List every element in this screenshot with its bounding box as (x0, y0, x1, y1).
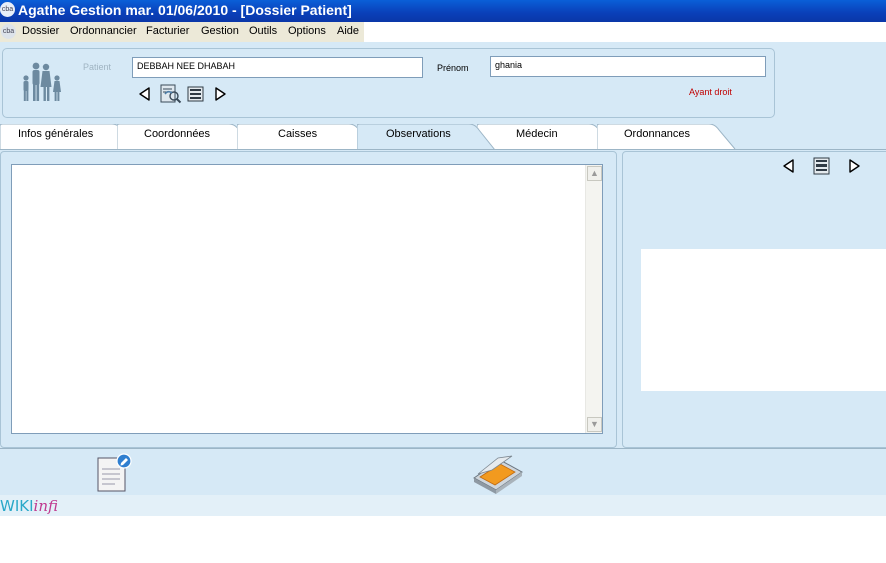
logo-part-wiki: WIKI (0, 497, 34, 515)
ayant-droit-link[interactable]: Ayant droit (689, 87, 732, 97)
document-preview-area[interactable] (641, 249, 886, 391)
patient-name-field[interactable]: DEBBAH NEE DHABAH (132, 57, 423, 78)
tab-divider (0, 149, 886, 150)
menu-aide[interactable]: Aide (337, 25, 359, 37)
window-title: Agathe Gestion mar. 01/06/2010 - [Dossie… (18, 2, 352, 18)
tab-ordonnances[interactable]: Ordonnances (597, 124, 737, 150)
menu-ordonnancier[interactable]: Ordonnancier (70, 25, 137, 37)
right-panel (622, 151, 886, 448)
tab-label: Infos générales (18, 128, 94, 140)
patient-panel: Patient DEBBAH NEE DHABAH Prénom ghania … (2, 48, 775, 118)
tab-coordonnees[interactable]: Coordonnées (117, 124, 257, 150)
vertical-scrollbar[interactable]: ▲ ▼ (585, 165, 602, 433)
tab-label: Coordonnées (144, 128, 211, 140)
tab-label: Ordonnances (624, 128, 691, 140)
scroll-up-button[interactable]: ▲ (587, 166, 602, 181)
next-arrow-icon[interactable] (212, 86, 228, 102)
main-content: Patient DEBBAH NEE DHABAH Prénom ghania … (0, 42, 886, 516)
title-bar[interactable]: cba Agathe Gestion mar. 01/06/2010 - [Do… (0, 0, 886, 22)
tab-label: Caisses (278, 128, 318, 140)
family-icon (23, 62, 61, 101)
menu-outils[interactable]: Outils (249, 25, 277, 37)
scroll-down-button[interactable]: ▼ (587, 417, 602, 432)
system-menu-icon[interactable]: cba (1, 24, 16, 39)
menu-options[interactable]: Options (288, 25, 326, 37)
tab-label: Observations (386, 128, 451, 140)
bottom-toolbar (0, 450, 886, 496)
tab-caisses[interactable]: Caisses (237, 124, 377, 150)
right-list-icon[interactable] (813, 157, 831, 175)
tab-medecin[interactable]: Médecin (477, 124, 617, 150)
prenom-label: Prénom (437, 63, 469, 73)
menu-bar: cba Dossier Ordonnancier Facturier Gesti… (0, 22, 886, 42)
menu-dossier[interactable]: Dossier (22, 25, 59, 37)
right-next-arrow-icon[interactable] (846, 158, 862, 174)
scanner-icon[interactable] (470, 452, 524, 494)
observations-panel: ▲ ▼ (0, 151, 617, 448)
tab-label: Médecin (516, 128, 558, 140)
patient-label: Patient (83, 62, 112, 72)
tab-strip: Infos générales Coordonnées Caisses Méde… (0, 124, 886, 150)
prev-arrow-icon[interactable] (137, 86, 153, 102)
observations-textarea[interactable]: ▲ ▼ (11, 164, 603, 434)
app-icon[interactable]: cba (0, 2, 15, 17)
logo-part-infi: infi (33, 497, 58, 515)
prenom-field[interactable]: ghania (490, 56, 766, 77)
patient-list-icon[interactable] (187, 86, 205, 102)
right-prev-arrow-icon[interactable] (781, 158, 797, 174)
bottom-divider (0, 448, 886, 449)
footer-strip (0, 495, 886, 516)
menu-facturier[interactable]: Facturier (146, 25, 189, 37)
tab-observations[interactable]: Observations (357, 124, 497, 150)
patient-search-icon[interactable] (160, 84, 182, 104)
document-edit-icon[interactable] (95, 453, 133, 493)
menu-gestion[interactable]: Gestion (201, 25, 239, 37)
wikiinfi-logo: WIKIinfi (0, 497, 58, 515)
